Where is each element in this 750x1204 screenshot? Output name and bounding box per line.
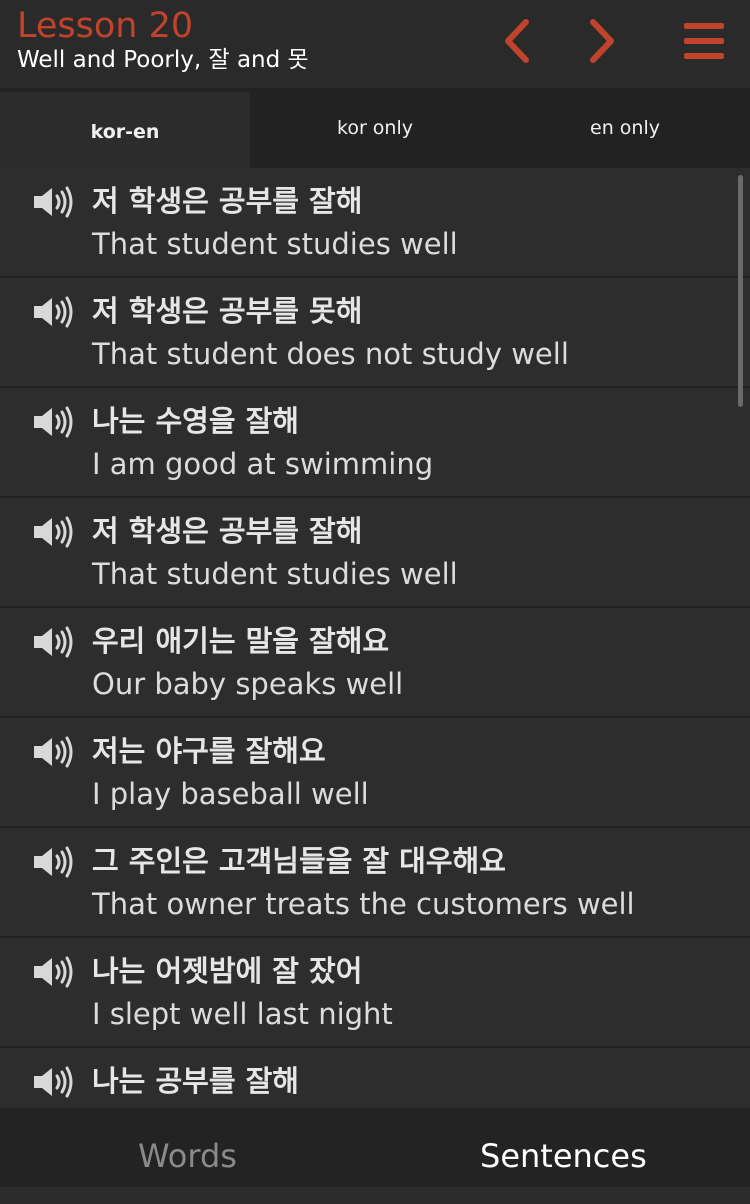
sentence-row[interactable]: 저 학생은 공부를 잘해 That student studies well [0, 168, 750, 278]
english-translation: That student studies well [92, 227, 458, 261]
play-audio-button[interactable] [32, 955, 74, 989]
speaker-icon [34, 626, 73, 658]
sentence-row[interactable]: 저 학생은 공부를 못해 That student does not study… [0, 278, 750, 388]
app-header: Lesson 20 Well and Poorly, 잘 and 못 [0, 0, 750, 88]
tab-kor-en[interactable]: kor-en [0, 88, 250, 168]
speaker-icon [34, 406, 73, 438]
english-translation: That student does not study well [92, 337, 569, 371]
chevron-left-icon [505, 19, 529, 63]
sentences-tab[interactable]: Sentences [480, 1108, 647, 1187]
words-tab[interactable]: Words [138, 1108, 237, 1187]
korean-sentence: 저 학생은 공부를 못해 [92, 294, 363, 328]
menu-button[interactable] [677, 14, 731, 68]
korean-sentence: 나는 공부를 잘해 [92, 1064, 299, 1098]
play-audio-button[interactable] [32, 1065, 74, 1099]
speaker-icon [34, 1066, 73, 1098]
korean-sentence: 저 학생은 공부를 잘해 [92, 184, 363, 218]
play-audio-button[interactable] [32, 295, 74, 329]
korean-sentence: 저 학생은 공부를 잘해 [92, 514, 363, 548]
chevron-right-icon [590, 19, 614, 63]
tab-en-only[interactable]: en only [500, 88, 750, 168]
sentence-row[interactable]: 그 주인은 고객님들을 잘 대우해요 That owner treats the… [0, 828, 750, 938]
previous-lesson-button[interactable] [492, 14, 546, 68]
korean-sentence: 그 주인은 고객님들을 잘 대우해요 [92, 844, 506, 878]
korean-sentence: 저는 야구를 잘해요 [92, 734, 326, 768]
english-translation: I slept well last night [92, 997, 393, 1031]
speaker-icon [34, 186, 73, 218]
english-translation: That owner treats the customers well [92, 887, 635, 921]
speaker-icon [34, 296, 73, 328]
next-lesson-button[interactable] [575, 14, 629, 68]
play-audio-button[interactable] [32, 625, 74, 659]
list-scrollbar[interactable] [738, 175, 743, 407]
sentence-row[interactable]: 저 학생은 공부를 잘해 That student studies well [0, 498, 750, 608]
korean-sentence: 나는 수영을 잘해 [92, 404, 299, 438]
korean-sentence: 우리 애기는 말을 잘해요 [92, 624, 390, 658]
speaker-icon [34, 736, 73, 768]
bottom-navigation: Words Sentences [0, 1108, 750, 1187]
hamburger-menu-icon [684, 23, 724, 59]
sentence-row[interactable]: 나는 어젯밤에 잘 잤어 I slept well last night [0, 938, 750, 1048]
play-audio-button[interactable] [32, 845, 74, 879]
play-audio-button[interactable] [32, 185, 74, 219]
sentence-row[interactable]: 저는 야구를 잘해요 I play baseball well [0, 718, 750, 828]
sentence-row[interactable]: 우리 애기는 말을 잘해요 Our baby speaks well [0, 608, 750, 718]
display-mode-tabs: kor-en kor only en only [0, 88, 750, 168]
speaker-icon [34, 846, 73, 878]
english-translation: That student studies well [92, 557, 458, 591]
english-translation: I am good at swimming [92, 447, 434, 481]
lesson-title: Lesson 20 [17, 6, 194, 46]
lesson-subtitle: Well and Poorly, 잘 and 못 [17, 47, 309, 73]
play-audio-button[interactable] [32, 405, 74, 439]
korean-sentence: 나는 어젯밤에 잘 잤어 [92, 954, 363, 988]
english-translation: Our baby speaks well [92, 667, 404, 701]
play-audio-button[interactable] [32, 515, 74, 549]
speaker-icon [34, 956, 73, 988]
sentence-row[interactable]: 나는 수영을 잘해 I am good at swimming [0, 388, 750, 498]
play-audio-button[interactable] [32, 735, 74, 769]
sentence-list[interactable]: 저 학생은 공부를 잘해 That student studies well 저… [0, 168, 750, 1108]
sentence-row[interactable]: 나는 공부를 잘해 [0, 1048, 750, 1108]
tab-kor-only[interactable]: kor only [250, 88, 500, 168]
speaker-icon [34, 516, 73, 548]
english-translation: I play baseball well [92, 777, 369, 811]
